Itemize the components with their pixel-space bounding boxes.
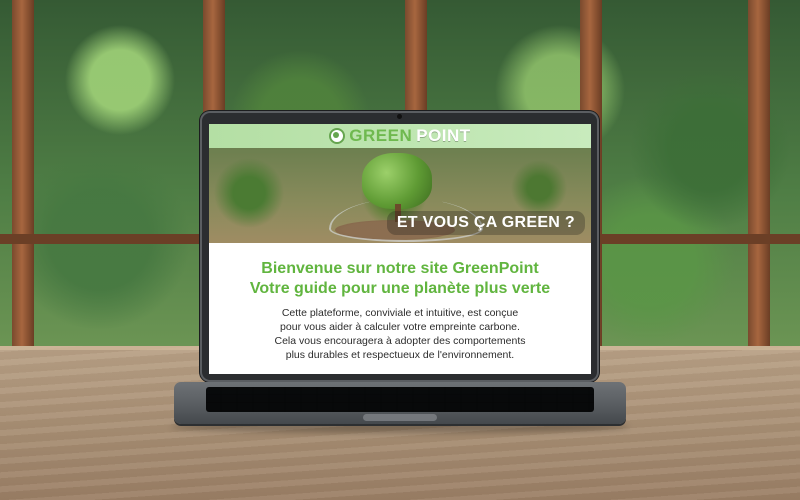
window-frame-left — [12, 0, 34, 350]
webcam — [397, 114, 402, 119]
laptop-screen: GREEN POINT ET VOUS ÇA GREEN ? Bienvenue… — [209, 124, 591, 374]
welcome-title: Bienvenue sur notre site GreenPoint — [261, 260, 539, 277]
welcome-subtitle: Votre guide pour une planète plus verte — [249, 280, 551, 297]
welcome-content: Bienvenue sur notre site GreenPoint Votr… — [209, 243, 591, 374]
site-logo[interactable]: GREEN POINT — [329, 126, 470, 146]
tree-canopy — [362, 153, 432, 209]
description-line: pour vous aider à calculer votre emprein… — [280, 321, 520, 333]
logo-text-point: POINT — [416, 126, 471, 145]
description-line: plus durables et respectueux de l'enviro… — [285, 349, 515, 361]
window-frame-right — [748, 0, 770, 350]
trackpad — [363, 414, 437, 421]
site-header: GREEN POINT — [209, 124, 591, 148]
hero-slogan: ET VOUS ÇA GREEN ? — [386, 211, 585, 235]
hero-banner: ET VOUS ÇA GREEN ? — [209, 148, 591, 243]
keyboard — [206, 387, 594, 412]
description-line: Cette plateforme, conviviale et intuitiv… — [281, 307, 519, 319]
scene: GREEN POINT ET VOUS ÇA GREEN ? Bienvenue… — [0, 0, 800, 500]
logo-text-green: GREEN — [349, 126, 413, 145]
description-line: Cela vous encouragera à adopter des comp… — [274, 335, 526, 347]
leaf-circle-icon — [329, 128, 346, 144]
